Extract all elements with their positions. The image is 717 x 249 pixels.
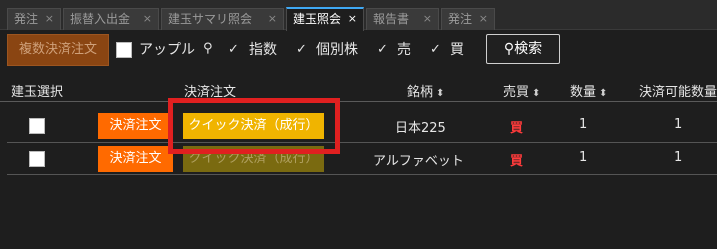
tab-label: 建玉サマリ照会 <box>168 12 253 26</box>
tab-order-2[interactable]: 発注 × <box>441 8 495 30</box>
side-cell: 買 <box>510 121 524 136</box>
settle-order-button[interactable]: 決済注文 <box>98 146 173 172</box>
stock-filter-label: 個別株 <box>316 42 358 58</box>
tab-bar: 発注 × 振替入出金 × 建玉サマリ照会 × 建玉照会 × 報告書 × 発注 × <box>0 0 717 31</box>
search-button-label: 検索 <box>514 41 543 57</box>
check-icon[interactable]: ✓ <box>296 41 307 59</box>
close-icon[interactable]: × <box>45 9 54 29</box>
bulk-settle-button[interactable]: 複数決済注文 <box>7 34 109 66</box>
tab-label: 発注 <box>448 12 473 26</box>
qty-cell: 1 <box>579 117 588 132</box>
tab-transfer[interactable]: 振替入出金 × <box>63 8 159 30</box>
close-icon[interactable]: × <box>268 9 277 29</box>
check-icon[interactable]: ✓ <box>228 41 239 59</box>
sort-icon: ⬍ <box>532 88 541 99</box>
buy-filter-label: 買 <box>450 42 464 58</box>
qty-cell: 1 <box>579 150 588 165</box>
tab-label: 報告書 <box>373 12 410 26</box>
tab-label: 振替入出金 <box>70 12 131 26</box>
header-settleable-qty: 決済可能数量 <box>639 85 717 100</box>
check-icon[interactable]: ✓ <box>430 41 441 59</box>
header-symbol[interactable]: 銘柄 ⬍ <box>407 81 444 100</box>
table-header: 建玉選択 決済注文 銘柄 ⬍ 売買 ⬍ 数量 ⬍ 決済可能数量 <box>0 78 717 102</box>
symbol-cell: 日本225 <box>395 121 446 136</box>
sort-icon: ⬍ <box>436 88 445 99</box>
tab-position-inquiry[interactable]: 建玉照会 × <box>286 7 364 31</box>
search-icon: ⚲ <box>203 41 213 56</box>
row-select-checkbox[interactable] <box>29 151 45 167</box>
highlight-box <box>168 98 340 154</box>
sort-icon: ⬍ <box>599 88 608 99</box>
tab-report[interactable]: 報告書 × <box>366 8 439 30</box>
tab-order[interactable]: 発注 × <box>7 8 61 30</box>
sell-filter-label: 売 <box>397 42 411 58</box>
header-qty[interactable]: 数量 ⬍ <box>570 81 607 100</box>
side-cell: 買 <box>510 154 524 169</box>
symbol-cell: アルファベット <box>373 154 464 169</box>
apple-filter-checkbox[interactable] <box>116 42 132 58</box>
close-icon[interactable]: × <box>143 9 152 29</box>
header-side[interactable]: 売買 ⬍ <box>503 81 540 100</box>
close-icon[interactable]: × <box>423 9 432 29</box>
tab-label: 建玉照会 <box>293 12 342 26</box>
apple-filter-label: アップル <box>139 42 195 58</box>
row-select-checkbox[interactable] <box>29 118 45 134</box>
table-row: 決済注文 クイック決済（成行） アルファベット 買 1 1 <box>7 142 717 175</box>
close-icon[interactable]: × <box>479 9 488 29</box>
tab-label: 発注 <box>14 12 39 26</box>
settleable-qty-cell: 1 <box>674 150 683 165</box>
close-icon[interactable]: × <box>348 9 357 29</box>
index-filter-label: 指数 <box>249 42 277 58</box>
toolbar: 複数決済注文 アップル ⚲ ✓ 指数 ✓ 個別株 ✓ 売 ✓ 買 ⚲検索 <box>0 30 717 74</box>
check-icon[interactable]: ✓ <box>377 41 388 59</box>
table-row: 決済注文 クイック決済（成行） 日本225 買 1 1 <box>7 110 717 142</box>
settle-order-button[interactable]: 決済注文 <box>98 113 173 139</box>
header-select: 建玉選択 <box>11 85 64 100</box>
header-symbol-label: 銘柄 <box>407 85 434 100</box>
tab-position-summary[interactable]: 建玉サマリ照会 × <box>161 8 284 30</box>
header-side-label: 売買 <box>503 85 530 100</box>
settleable-qty-cell: 1 <box>674 117 683 132</box>
search-icon: ⚲ <box>503 41 515 57</box>
header-qty-label: 数量 <box>570 85 597 100</box>
search-button[interactable]: ⚲検索 <box>486 34 560 64</box>
